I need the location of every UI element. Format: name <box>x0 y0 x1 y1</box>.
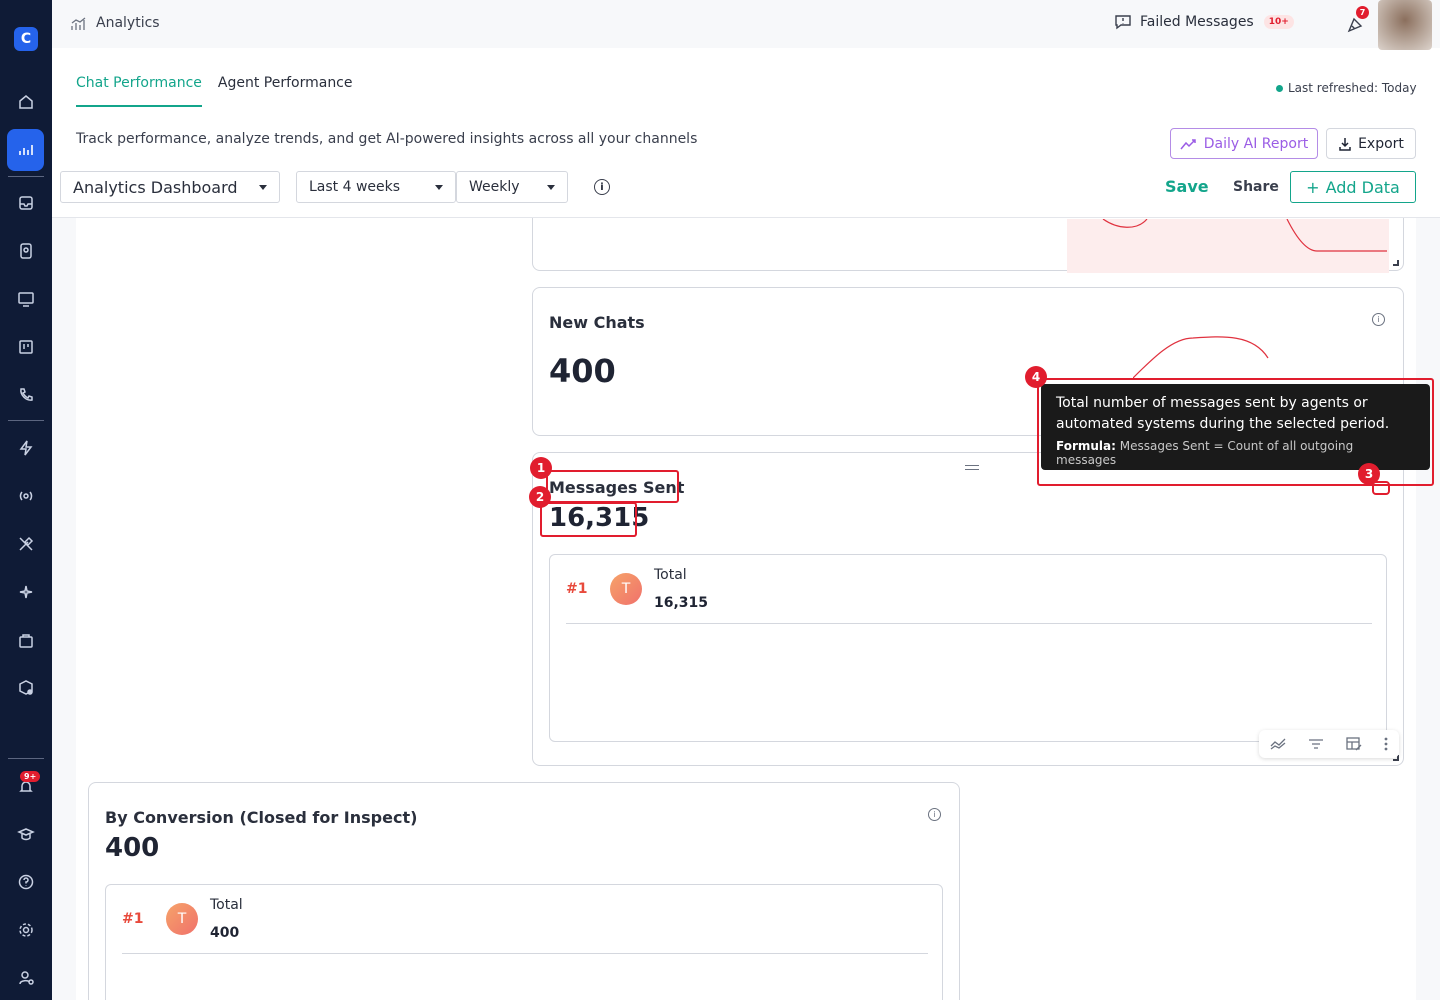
app-logo[interactable]: C <box>14 27 38 51</box>
dashboard-select[interactable]: Analytics Dashboard <box>60 171 280 203</box>
highlight-card-value <box>540 502 637 537</box>
card-toolbar <box>1259 730 1399 758</box>
info-icon[interactable]: i <box>1372 313 1385 326</box>
row-avatar: T <box>166 903 198 935</box>
marker-badge: 2 <box>529 486 551 508</box>
tools-icon[interactable] <box>14 532 38 556</box>
caret-down-icon <box>259 184 267 190</box>
settings-gear-icon[interactable] <box>14 918 38 942</box>
sidebar-divider <box>8 758 44 759</box>
page-title: Analytics <box>96 15 160 31</box>
failed-messages-badge: 10+ <box>1263 15 1294 29</box>
row-divider <box>122 953 928 954</box>
export-button[interactable]: Export <box>1326 128 1416 159</box>
board-icon[interactable] <box>14 335 38 359</box>
failed-messages-label: Failed Messages <box>1140 14 1254 30</box>
marker-badge: 1 <box>530 457 552 479</box>
help-icon[interactable] <box>14 870 38 894</box>
row-divider <box>566 623 1372 624</box>
channels-icon[interactable] <box>14 484 38 508</box>
home-icon[interactable] <box>14 90 38 114</box>
row-value: 400 <box>210 925 240 941</box>
automation-icon[interactable] <box>14 436 38 460</box>
card-value: 400 <box>549 352 616 390</box>
row-name: Total <box>210 897 243 913</box>
export-label: Export <box>1358 135 1404 152</box>
drag-handle-icon[interactable] <box>965 465 979 470</box>
plus-icon: + <box>1306 177 1320 197</box>
daily-ai-report-button[interactable]: Daily AI Report <box>1170 128 1318 159</box>
sidebar: C 9+ <box>0 0 52 1000</box>
filter-icon[interactable] <box>1308 737 1324 751</box>
dashboard-canvas: New Chats 400 i Messages Sent 16,315 #1 … <box>76 218 1416 1000</box>
top-bar: Analytics Failed Messages 10+ 7 <box>52 0 1440 50</box>
date-range-value: Last 4 weeks <box>309 179 401 195</box>
caret-down-icon <box>435 184 443 190</box>
phone-icon[interactable] <box>14 383 38 407</box>
commerce-icon[interactable] <box>14 628 38 652</box>
sidebar-divider <box>8 176 44 177</box>
failed-messages-button[interactable]: Failed Messages 10+ <box>1114 14 1294 30</box>
dashboard-content: New Chats 400 i Messages Sent 16,315 #1 … <box>52 217 1440 1000</box>
card-title: New Chats <box>549 313 645 332</box>
date-range-select[interactable]: Last 4 weeks <box>296 171 456 203</box>
user-settings-icon[interactable] <box>14 966 38 990</box>
highlight-card-title <box>546 470 679 503</box>
breakdown-list: #1 T Total 400 <box>105 884 943 1000</box>
card-title: By Conversion (Closed for Inspect) <box>105 808 418 827</box>
user-avatar[interactable] <box>1378 0 1432 50</box>
download-icon <box>1339 137 1351 151</box>
inbox-icon[interactable] <box>14 191 38 215</box>
chart-type-icon[interactable] <box>1270 737 1286 751</box>
ai-sparkle-icon[interactable] <box>14 580 38 604</box>
card-value: 400 <box>105 833 160 863</box>
info-icon[interactable]: i <box>594 179 610 195</box>
analytics-icon[interactable] <box>14 138 38 162</box>
learning-icon[interactable] <box>14 822 38 846</box>
add-data-label: Add Data <box>1325 177 1400 197</box>
resize-handle[interactable] <box>1393 260 1399 266</box>
granularity-value: Weekly <box>469 179 520 195</box>
row-rank: #1 <box>122 911 144 927</box>
message-alert-icon <box>1115 15 1131 30</box>
caret-down-icon <box>547 184 555 190</box>
info-icon[interactable]: i <box>928 808 941 821</box>
trend-chart <box>1067 219 1389 273</box>
last-refreshed-status: Last refreshed: Today <box>1276 81 1417 95</box>
marker-badge: 4 <box>1025 366 1047 388</box>
save-button[interactable]: Save <box>1165 177 1209 196</box>
analytics-icon <box>70 16 88 35</box>
notification-badge: 7 <box>1356 6 1369 19</box>
chart-card-partial[interactable] <box>532 218 1404 273</box>
breakdown-list: #1 T Total 16,315 <box>549 554 1387 742</box>
analytics-tabs: Chat Performance Agent Performance <box>76 75 353 107</box>
share-button[interactable]: Share <box>1233 179 1279 195</box>
dashboard-select-value: Analytics Dashboard <box>73 177 238 197</box>
last-refreshed-label: Last refreshed: Today <box>1288 81 1417 95</box>
page-subtitle: Track performance, analyze trends, and g… <box>76 131 698 147</box>
sidebar-divider <box>8 420 44 421</box>
row-name: Total <box>654 567 687 583</box>
status-dot <box>1276 84 1283 92</box>
alerts-badge: 9+ <box>20 771 41 782</box>
by-conversion-card[interactable]: By Conversion (Closed for Inspect) 400 i… <box>88 782 960 1000</box>
more-options-icon[interactable] <box>1384 737 1388 751</box>
row-value: 16,315 <box>654 595 709 611</box>
trend-icon <box>1180 138 1196 149</box>
announcements-button[interactable]: 7 <box>1346 6 1369 38</box>
granularity-select[interactable]: Weekly <box>456 171 568 203</box>
row-avatar: T <box>610 573 642 605</box>
marker-badge: 3 <box>1358 463 1380 485</box>
add-data-button[interactable]: + Add Data <box>1290 171 1416 203</box>
trend-chart <box>1133 336 1269 378</box>
table-edit-icon[interactable] <box>1346 737 1362 751</box>
package-settings-icon[interactable] <box>14 676 38 700</box>
daily-ai-report-label: Daily AI Report <box>1203 135 1309 152</box>
row-rank: #1 <box>566 581 588 597</box>
tab-agent-performance[interactable]: Agent Performance <box>218 75 353 107</box>
tab-chat-performance[interactable]: Chat Performance <box>76 75 202 107</box>
contacts-icon[interactable] <box>14 239 38 263</box>
broadcast-icon[interactable] <box>14 287 38 311</box>
